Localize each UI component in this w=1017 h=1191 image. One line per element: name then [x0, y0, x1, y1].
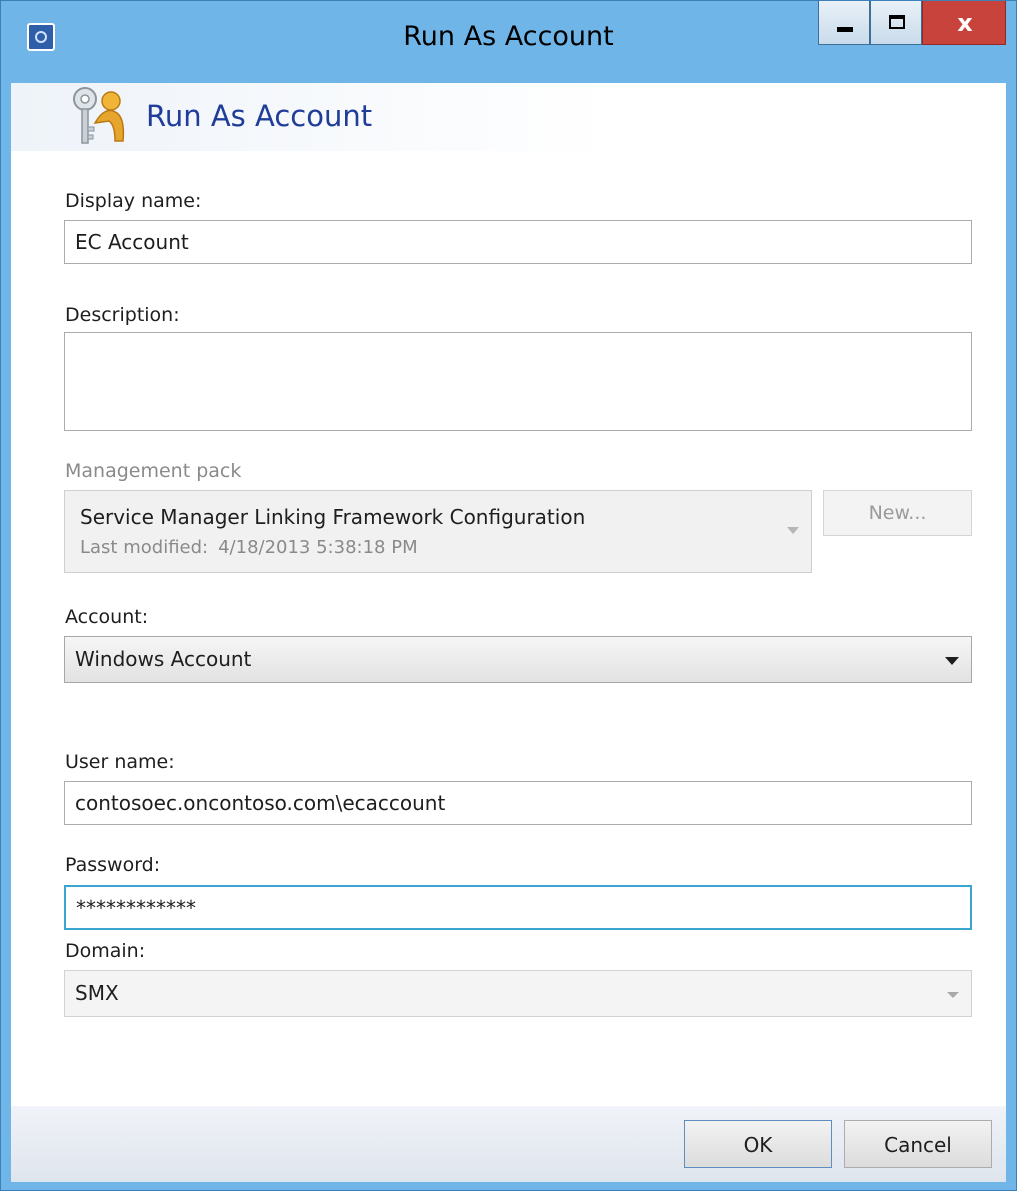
chevron-down-icon: [947, 992, 959, 998]
account-label: Account:: [65, 606, 149, 628]
domain-select[interactable]: SMX: [64, 970, 972, 1017]
display-name-input[interactable]: [64, 220, 972, 264]
maximize-button[interactable]: [870, 1, 922, 45]
ok-button[interactable]: OK: [684, 1120, 832, 1168]
user-name-label: User name:: [65, 751, 175, 773]
new-management-pack-button[interactable]: New...: [823, 490, 972, 536]
management-pack-name: Service Manager Linking Framework Config…: [80, 505, 586, 529]
password-label: Password:: [65, 854, 161, 876]
management-pack-label: Management pack: [65, 460, 242, 482]
maximize-icon: [889, 15, 905, 29]
last-modified-label: Last modified:: [80, 537, 209, 558]
account-value: Windows Account: [75, 647, 252, 671]
last-modified-value: 4/18/2013 5:38:18 PM: [218, 537, 418, 558]
domain-value: SMX: [75, 981, 119, 1005]
title-bar[interactable]: Run As Account x: [1, 1, 1016, 83]
display-name-label: Display name:: [65, 190, 202, 212]
user-name-input[interactable]: [64, 781, 972, 825]
management-pack-select[interactable]: Service Manager Linking Framework Config…: [64, 490, 812, 573]
dialog-content: Run As Account Display name: Description…: [11, 83, 1006, 1182]
header-band: Run As Account: [11, 83, 1006, 151]
chevron-down-icon: [945, 657, 959, 665]
close-button[interactable]: x: [922, 1, 1006, 45]
management-pack-last-modified: Last modified: 4/18/2013 5:38:18 PM: [80, 537, 418, 558]
key-person-icon: [73, 87, 125, 144]
account-select[interactable]: Windows Account: [64, 636, 972, 683]
close-icon: x: [957, 9, 973, 37]
run-as-account-window: Run As Account x Run As Account Display …: [0, 0, 1017, 1191]
description-input[interactable]: [64, 332, 972, 431]
minimize-icon: [837, 27, 853, 32]
domain-label: Domain:: [65, 940, 146, 962]
chevron-down-icon: [787, 527, 799, 534]
minimize-button[interactable]: [818, 1, 870, 45]
description-label: Description:: [65, 304, 180, 326]
header-title: Run As Account: [146, 99, 373, 133]
cancel-button[interactable]: Cancel: [844, 1120, 992, 1168]
password-input[interactable]: [64, 885, 972, 930]
